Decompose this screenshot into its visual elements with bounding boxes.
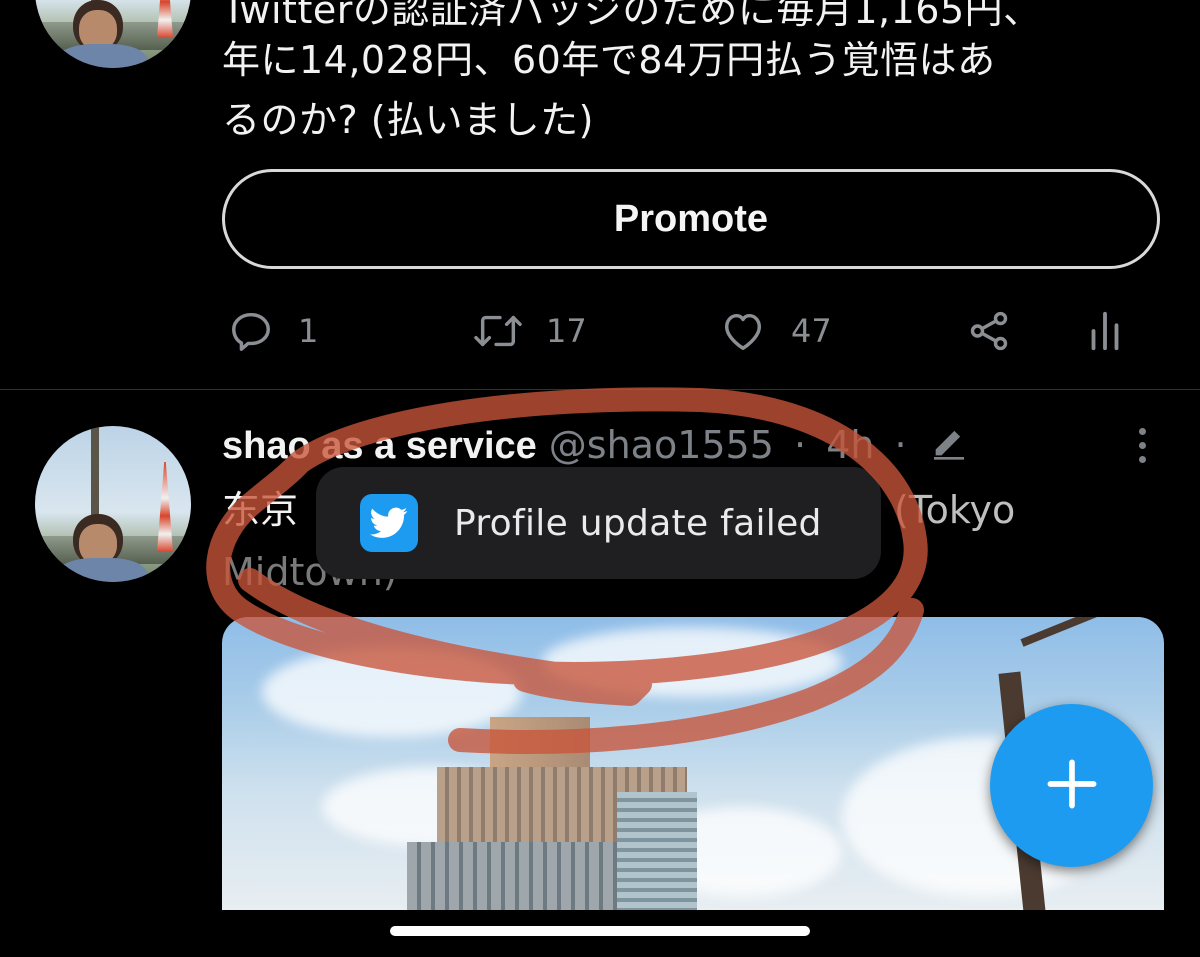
tweet-text-line-1: Twitterの認証済バッジのために毎月1,165円、 [222, 0, 1042, 32]
compose-button[interactable] [990, 704, 1153, 867]
edit-pencil-icon [929, 422, 969, 474]
like-count: 47 [791, 312, 832, 350]
analytics-icon [1085, 308, 1125, 354]
tweet-header: shao as a service @shao1555 · 4h · [222, 420, 969, 474]
twitter-bird-icon [360, 494, 418, 552]
reply-icon [228, 308, 274, 354]
retweet-count: 17 [546, 312, 587, 350]
tweet-text-line-3: るのか? (払いました) [222, 98, 594, 142]
timestamp[interactable]: 4h [826, 423, 874, 467]
display-name[interactable]: shao as a service [222, 425, 537, 467]
analytics-button[interactable] [1085, 306, 1125, 356]
tweet-text-line-2: 年に14,028円、60年で84万円払う覚悟はあ [222, 38, 996, 82]
home-indicator[interactable] [390, 926, 810, 936]
promote-button[interactable]: Promote [222, 169, 1160, 269]
location-prefix[interactable]: 东京 [222, 486, 298, 534]
share-button[interactable] [965, 306, 1013, 356]
retweet-icon [470, 308, 526, 354]
toast-message: Profile update failed [454, 502, 822, 544]
avatar[interactable] [35, 426, 191, 582]
tweet-divider [0, 389, 1200, 390]
heart-icon [719, 308, 767, 354]
reply-count: 1 [298, 312, 319, 350]
avatar[interactable] [35, 0, 191, 68]
retweet-button[interactable]: 17 [470, 306, 587, 356]
location-suffix[interactable]: (Tokyo [894, 486, 1015, 534]
toast-notification: Profile update failed [316, 467, 881, 579]
handle[interactable]: @shao1555 [549, 423, 774, 467]
reply-button[interactable]: 1 [228, 306, 318, 356]
separator-dot: · [894, 423, 907, 467]
share-icon [965, 308, 1013, 354]
more-vertical-icon[interactable] [1132, 424, 1152, 464]
separator-dot: · [794, 423, 807, 467]
plus-icon [1046, 758, 1098, 814]
like-button[interactable]: 47 [719, 306, 832, 356]
